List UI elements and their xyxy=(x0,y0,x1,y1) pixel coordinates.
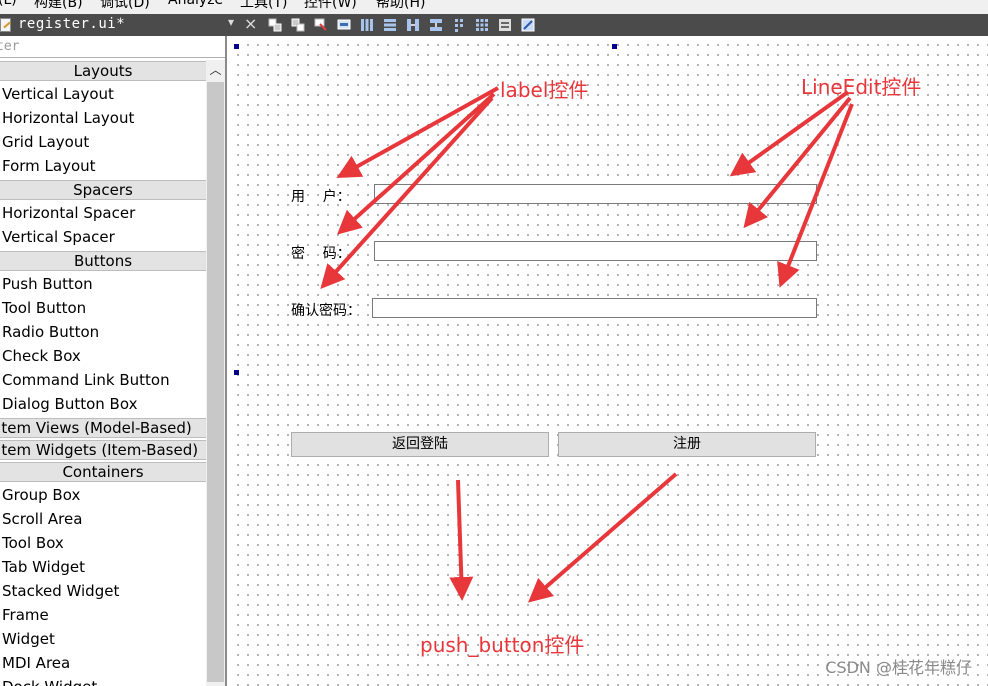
widget-stacked-widget[interactable]: Stacked Widget xyxy=(2,579,119,603)
category-containers[interactable]: Containers xyxy=(0,462,206,482)
register-button[interactable]: 注册 xyxy=(558,432,816,457)
send-to-back-icon[interactable] xyxy=(268,18,282,32)
chevron-down-icon[interactable]: ▾ xyxy=(228,15,234,29)
category-buttons[interactable]: Buttons xyxy=(0,251,206,271)
widget-group-box[interactable]: Group Box xyxy=(2,483,80,507)
layout-form-icon[interactable] xyxy=(452,18,466,32)
widget-horizontal-spacer[interactable]: Horizontal Spacer xyxy=(2,201,135,225)
layout-grid-icon[interactable] xyxy=(475,18,489,32)
widget-box-scrollbar[interactable]: ︿ xyxy=(206,60,225,686)
category-spacers[interactable]: Spacers xyxy=(0,180,206,200)
menu-tools[interactable]: 工具(T) xyxy=(240,0,287,12)
widget-tool-box[interactable]: Tool Box xyxy=(2,531,64,555)
lineedit-user[interactable] xyxy=(374,184,817,204)
back-to-login-button[interactable]: 返回登陆 xyxy=(291,432,549,457)
widget-tab-widget[interactable]: Tab Widget xyxy=(2,555,85,579)
widget-horizontal-layout[interactable]: Horizontal Layout xyxy=(2,106,134,130)
resize-handle-top-middle[interactable] xyxy=(612,44,617,49)
menu-analyze[interactable]: Analyze xyxy=(168,0,223,8)
widget-dialog-button-box[interactable]: Dialog Button Box xyxy=(2,392,137,416)
layout-vertical-icon[interactable] xyxy=(383,18,397,32)
widget-vertical-spacer[interactable]: Vertical Spacer xyxy=(2,225,115,249)
menu-widgets[interactable]: 控件(W) xyxy=(304,0,357,12)
widget-form-layout[interactable]: Form Layout xyxy=(2,154,96,178)
widget-filter-input[interactable]: ter xyxy=(0,38,225,58)
csdn-watermark: CSDN @桂花年糕仔 xyxy=(825,658,972,677)
annotation-label: label控件 xyxy=(500,78,589,102)
widget-grid-layout[interactable]: Grid Layout xyxy=(2,130,89,154)
open-file-name[interactable]: register.ui* xyxy=(18,16,125,32)
widget-box-panel: ter Layouts Vertical Layout Horizontal L… xyxy=(0,36,227,686)
widget-tool-button[interactable]: Tool Button xyxy=(2,296,86,320)
resize-handle-top-left[interactable] xyxy=(234,44,239,49)
close-icon[interactable]: × xyxy=(244,14,257,33)
break-layout-icon[interactable] xyxy=(498,18,512,32)
annotation-push-button: push_button控件 xyxy=(420,633,585,657)
layout-horizontal-icon[interactable] xyxy=(360,18,374,32)
label-password[interactable]: 密 码： xyxy=(291,243,351,263)
menu-debug[interactable]: 调试(D) xyxy=(100,0,150,12)
form-design-canvas[interactable] xyxy=(229,36,988,686)
editor-toolbar: register.ui* ▾ × xyxy=(0,14,988,36)
file-edit-icon xyxy=(0,18,11,32)
annotation-lineedit: LineEdit控件 xyxy=(801,75,922,99)
widget-push-button[interactable]: Push Button xyxy=(2,272,93,296)
menu-bar: (L) 构建(B) 调试(D) Analyze 工具(T) 控件(W) 帮助(H… xyxy=(0,0,988,14)
category-item-widgets[interactable]: Item Widgets (Item-Based) xyxy=(0,440,206,460)
layout-h-splitter-icon[interactable] xyxy=(406,18,420,32)
label-confirm-password[interactable]: 确认密码： xyxy=(291,300,361,320)
widget-widget[interactable]: Widget xyxy=(2,627,55,651)
resize-handle-left-middle[interactable] xyxy=(234,370,239,375)
widget-frame[interactable]: Frame xyxy=(2,603,49,627)
adjust-size-icon[interactable] xyxy=(521,18,535,32)
chevron-up-icon[interactable]: ︿ xyxy=(206,60,225,80)
widget-dock-widget[interactable]: Dock Widget xyxy=(2,675,97,686)
widget-scroll-area[interactable]: Scroll Area xyxy=(2,507,82,531)
menu-item[interactable]: (L) xyxy=(0,0,17,8)
widget-vertical-layout[interactable]: Vertical Layout xyxy=(2,82,114,106)
category-layouts[interactable]: Layouts xyxy=(0,61,206,81)
widget-mdi-area[interactable]: MDI Area xyxy=(2,651,70,675)
lineedit-password[interactable] xyxy=(374,241,817,261)
widget-command-link-button[interactable]: Command Link Button xyxy=(2,368,170,392)
menu-build[interactable]: 构建(B) xyxy=(34,0,83,12)
filter-placeholder: ter xyxy=(0,39,20,54)
lineedit-confirm-password[interactable] xyxy=(372,298,817,318)
bring-to-front-icon[interactable] xyxy=(291,18,305,32)
category-item-views[interactable]: Item Views (Model-Based) xyxy=(0,418,206,438)
edit-buddies-icon[interactable] xyxy=(337,18,351,32)
widget-check-box[interactable]: Check Box xyxy=(2,344,81,368)
label-user[interactable]: 用 户： xyxy=(291,186,351,206)
layout-v-splitter-icon[interactable] xyxy=(429,18,443,32)
edit-signals-icon[interactable] xyxy=(314,18,328,32)
scrollbar-thumb[interactable] xyxy=(207,82,224,682)
menu-help[interactable]: 帮助(H) xyxy=(376,0,425,12)
widget-radio-button[interactable]: Radio Button xyxy=(2,320,99,344)
